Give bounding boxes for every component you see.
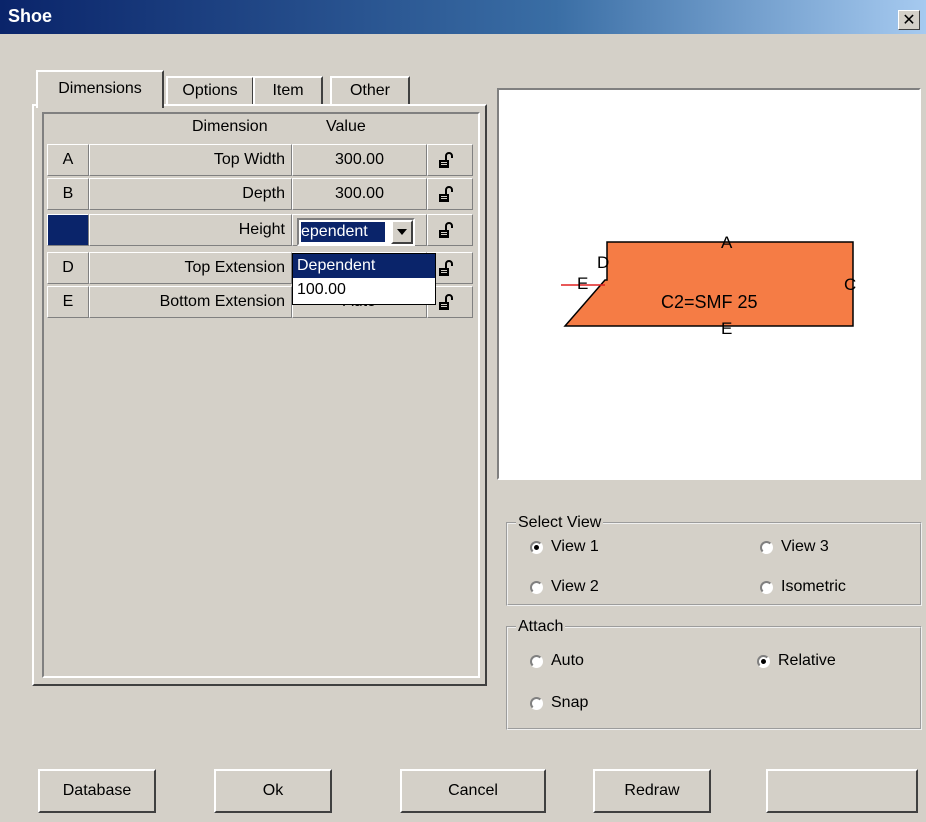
- blank-button[interactable]: [766, 769, 918, 813]
- radio-button: [757, 654, 770, 668]
- tab-dimensions[interactable]: Dimensions: [36, 70, 164, 108]
- row-b-dimension: Depth: [89, 178, 292, 210]
- lock-icon: [439, 152, 453, 168]
- row-c-letter[interactable]: [47, 214, 89, 246]
- label-a: A: [721, 233, 733, 252]
- ok-button[interactable]: Ok: [214, 769, 332, 813]
- window-title: Shoe: [8, 6, 53, 26]
- radio-snap[interactable]: Snap: [530, 694, 588, 712]
- row-b-letter[interactable]: B: [47, 178, 89, 210]
- height-value-combobox[interactable]: ependent: [297, 218, 415, 246]
- radio-button: [530, 540, 543, 554]
- attach-group: Attach: [506, 618, 922, 730]
- radio-view-3[interactable]: View 3: [760, 538, 829, 556]
- radio-view-2[interactable]: View 2: [530, 578, 599, 596]
- row-e-dimension: Bottom Extension: [89, 286, 292, 318]
- header-value: Value: [326, 118, 366, 135]
- radio-button: [760, 580, 773, 594]
- dropdown-list: Dependent 100.00: [292, 253, 436, 305]
- shoe-diagram: A C D E E C2=SMF 25: [561, 233, 856, 338]
- lock-icon: [439, 222, 453, 238]
- radio-button: [530, 654, 543, 668]
- close-icon: ✕: [902, 12, 916, 29]
- shape-caption: C2=SMF 25: [661, 292, 758, 312]
- row-d-letter[interactable]: D: [47, 252, 89, 284]
- select-view-legend: Select View: [518, 514, 602, 531]
- row-a-dimension: Top Width: [89, 144, 292, 176]
- header-dimension: Dimension: [192, 118, 268, 135]
- lock-icon: [439, 294, 453, 310]
- label-e-bottom: E: [721, 319, 732, 338]
- radio-auto[interactable]: Auto: [530, 652, 584, 670]
- row-d-dimension: Top Extension: [89, 252, 292, 284]
- title-bar: Shoe ✕: [0, 0, 926, 34]
- row-a-value[interactable]: 300.00: [292, 144, 427, 176]
- label-d: D: [597, 253, 609, 272]
- radio-isometric[interactable]: Isometric: [760, 578, 846, 596]
- row-c-lock[interactable]: [427, 214, 473, 246]
- lock-icon: [439, 260, 453, 276]
- radio-button: [530, 580, 543, 594]
- row-b-value[interactable]: 300.00: [292, 178, 427, 210]
- combobox-text: ependent: [301, 222, 385, 242]
- cancel-button[interactable]: Cancel: [400, 769, 546, 813]
- shape-preview: A C D E E C2=SMF 25: [497, 88, 921, 480]
- redraw-button[interactable]: Redraw: [593, 769, 711, 813]
- radio-button: [760, 540, 773, 554]
- tab-other[interactable]: Other: [330, 76, 410, 106]
- label-c: C: [844, 275, 856, 294]
- dropdown-option-dependent[interactable]: Dependent: [293, 254, 435, 278]
- row-a-letter[interactable]: A: [47, 144, 89, 176]
- attach-legend: Attach: [518, 618, 564, 635]
- lock-icon: [439, 186, 453, 202]
- close-button[interactable]: ✕: [898, 10, 920, 30]
- dropdown-option-value[interactable]: 100.00: [293, 278, 435, 302]
- tab-item[interactable]: Item: [253, 76, 323, 106]
- dropdown-arrow-icon[interactable]: [391, 220, 413, 244]
- row-a-lock[interactable]: [427, 144, 473, 176]
- row-b-lock[interactable]: [427, 178, 473, 210]
- radio-relative[interactable]: Relative: [757, 652, 836, 670]
- tab-options[interactable]: Options: [166, 76, 254, 106]
- radio-view-1[interactable]: View 1: [530, 538, 599, 556]
- row-e-letter[interactable]: E: [47, 286, 89, 318]
- database-button[interactable]: Database: [38, 769, 156, 813]
- row-c-dimension: Height: [89, 214, 292, 246]
- radio-button: [530, 696, 543, 710]
- label-e-left: E: [577, 274, 588, 293]
